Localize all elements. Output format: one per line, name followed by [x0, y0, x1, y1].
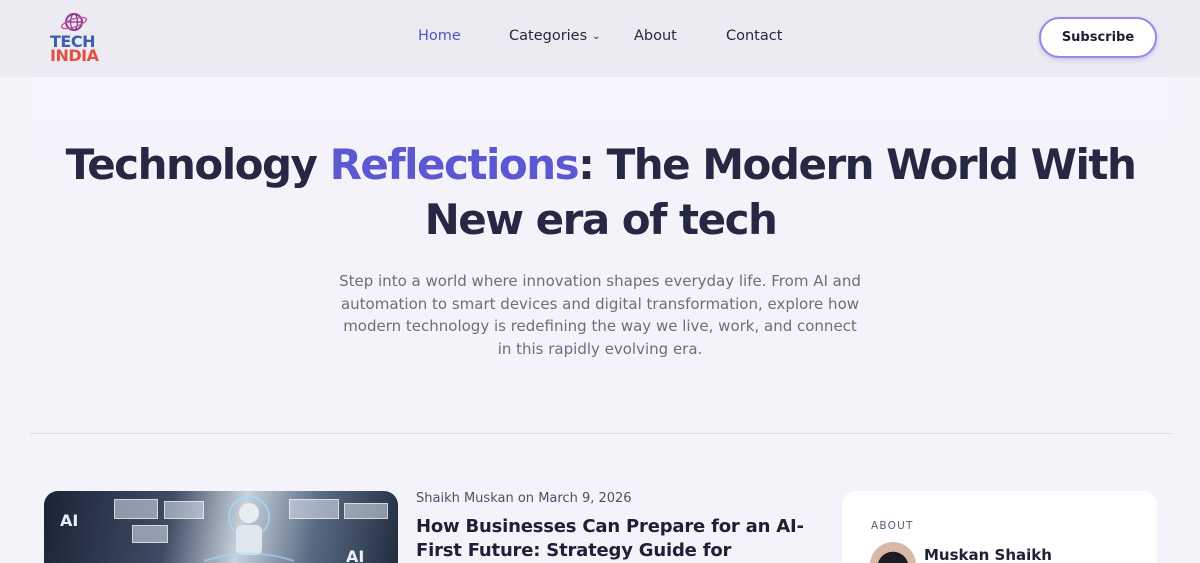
post-thumbnail[interactable]: AI AI [44, 491, 398, 563]
hero-description: Step into a world where innovation shape… [339, 272, 861, 358]
hero-title-accent: Reflections [329, 140, 580, 189]
thumb-panel [114, 499, 158, 519]
site-header: TECH INDIA Home Categories ⌄ About Contac… [0, 0, 1200, 77]
hero-title: Technology Reflections: The Modern World… [30, 137, 1171, 247]
about-label: ABOUT [871, 520, 914, 532]
hero-section: Technology Reflections: The Modern World… [30, 77, 1171, 434]
hero-title-part1: Technology [65, 140, 330, 189]
thumb-ai-label: AI [346, 547, 365, 563]
logo-text-india: INDIA [50, 46, 99, 65]
post-meta: Shaikh Muskan on March 9, 2026 [416, 491, 632, 506]
thumb-panel [344, 503, 388, 519]
chevron-down-icon: ⌄ [592, 31, 601, 42]
nav-contact[interactable]: Contact [726, 28, 782, 44]
nav-categories-label: Categories [509, 28, 588, 44]
main-nav: Home Categories ⌄ About Contact [0, 28, 1200, 48]
about-name: Muskan Shaikh [924, 546, 1052, 563]
about-card: ABOUT Muskan Shaikh [842, 491, 1157, 563]
thumb-panel [132, 525, 168, 543]
nav-home[interactable]: Home [418, 28, 461, 44]
post-title[interactable]: How Businesses Can Prepare for an AI-Fir… [416, 515, 816, 563]
nav-categories[interactable]: Categories ⌄ [509, 28, 601, 44]
subscribe-button[interactable]: Subscribe [1039, 17, 1157, 58]
post-date-prefix: on [517, 491, 535, 506]
post-date: March 9, 2026 [538, 491, 632, 506]
robot-illustration [203, 496, 295, 562]
nav-about[interactable]: About [634, 28, 677, 44]
avatar [870, 542, 916, 563]
thumb-ai-label: AI [60, 511, 79, 530]
post-author[interactable]: Shaikh Muskan [416, 491, 514, 506]
